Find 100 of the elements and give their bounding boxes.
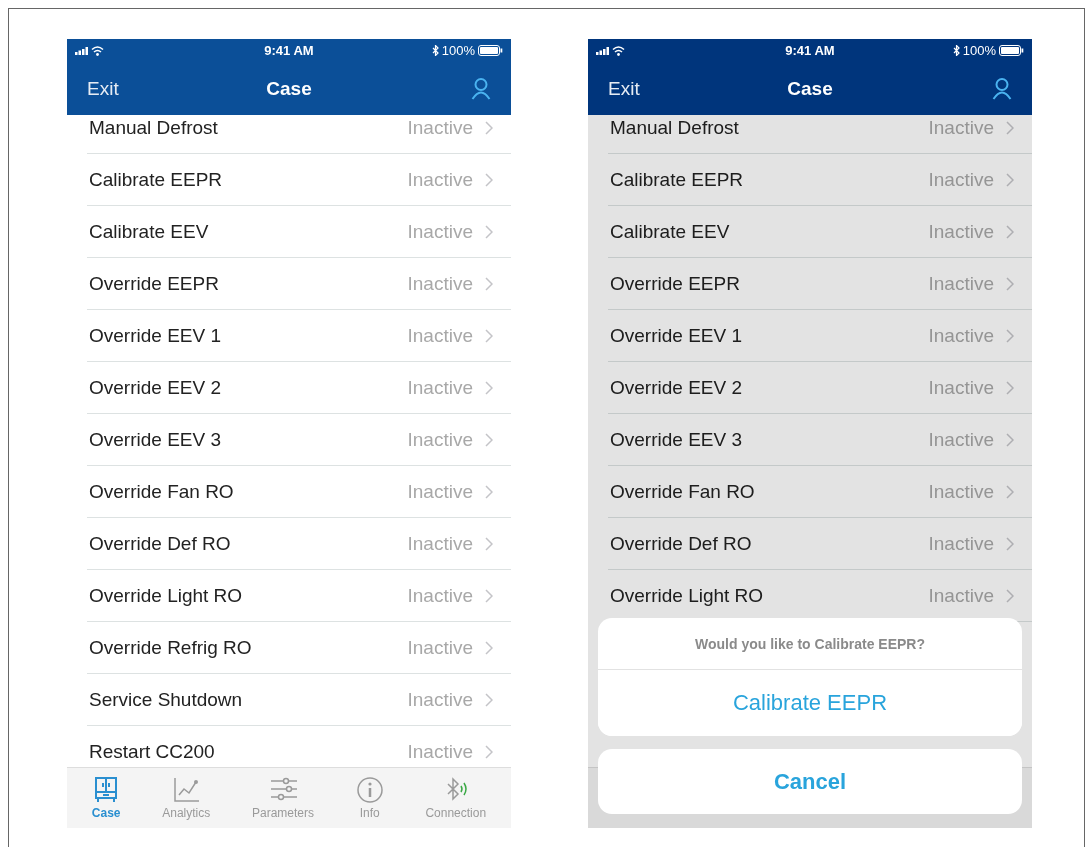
chevron-icon	[1006, 536, 1014, 551]
row-label: Override Fan RO	[610, 480, 756, 503]
list-row[interactable]: Override EEV 2 Inactive	[87, 362, 511, 414]
row-label: Restart CC200	[89, 740, 216, 763]
row-status: Inactive	[928, 220, 994, 243]
list-row[interactable]: Service Shutdown Inactive	[87, 674, 511, 726]
chevron-icon	[485, 328, 493, 343]
row-label: Calibrate EEV	[89, 220, 210, 243]
list-row[interactable]: Override EEV 3 Inactive	[87, 414, 511, 466]
chevron-icon	[485, 692, 493, 707]
chevron-icon	[485, 276, 493, 291]
chevron-icon	[485, 224, 493, 239]
wifi-icon	[612, 45, 625, 56]
chevron-icon	[485, 588, 493, 603]
row-status: Inactive	[407, 740, 473, 763]
row-label: Override EEV 2	[610, 376, 743, 399]
list-row[interactable]: Override Def RO Inactive	[87, 518, 511, 570]
row-status: Inactive	[928, 116, 994, 139]
chevron-icon	[1006, 224, 1014, 239]
row-label: Override Fan RO	[89, 480, 235, 503]
row-label: Calibrate EEPR	[89, 168, 224, 191]
list-row[interactable]: Override Refrig RO Inactive	[87, 622, 511, 674]
row-label: Override EEPR	[610, 272, 741, 295]
list-row[interactable]: Override Light RO Inactive	[87, 570, 511, 622]
battery-percent: 100%	[962, 43, 996, 58]
chevron-icon	[1006, 484, 1014, 499]
row-status: Inactive	[407, 584, 473, 607]
list-row[interactable]: Calibrate EEV Inactive	[87, 206, 511, 258]
row-label: Override Def RO	[610, 532, 753, 555]
chart-icon	[172, 776, 201, 804]
chevron-icon	[485, 432, 493, 447]
list-row[interactable]: Override EEV 1 Inactive	[87, 310, 511, 362]
status-time: 9:41 AM	[264, 43, 314, 58]
chevron-icon	[1006, 120, 1014, 135]
row-status: Inactive	[928, 272, 994, 295]
list-row[interactable]: Calibrate EEV Inactive	[608, 206, 1032, 258]
chevron-icon	[485, 744, 493, 759]
screen-title: Case	[266, 77, 312, 100]
row-status: Inactive	[407, 116, 473, 139]
chevron-icon	[1006, 172, 1014, 187]
list-row[interactable]: Override EEPR Inactive	[608, 258, 1032, 310]
row-label: Override EEPR	[89, 272, 220, 295]
row-status: Inactive	[407, 220, 473, 243]
row-status: Inactive	[407, 688, 473, 711]
row-status: Inactive	[407, 272, 473, 295]
bluetooth-icon	[431, 45, 439, 56]
battery-percent: 100%	[441, 43, 475, 58]
exit-button[interactable]: Exit	[87, 77, 147, 100]
list-row[interactable]: Manual Defrost Inactive	[608, 115, 1032, 154]
list-row[interactable]: Override EEPR Inactive	[87, 258, 511, 310]
chevron-icon	[485, 380, 493, 395]
list-row[interactable]: Manual Defrost Inactive	[87, 115, 511, 154]
row-status: Inactive	[928, 168, 994, 191]
row-status: Inactive	[928, 376, 994, 399]
list-row[interactable]: Override Fan RO Inactive	[608, 466, 1032, 518]
row-label: Override EEV 1	[89, 324, 222, 347]
chevron-icon	[485, 484, 493, 499]
row-label: Service Shutdown	[89, 688, 244, 711]
list-row[interactable]: Override EEV 1 Inactive	[608, 310, 1032, 362]
row-label: Override Light RO	[89, 584, 244, 607]
chevron-icon	[1006, 432, 1014, 447]
person-icon	[471, 77, 491, 100]
battery-icon	[999, 45, 1024, 56]
chevron-icon	[1006, 328, 1014, 343]
person-icon	[992, 77, 1012, 100]
chevron-icon	[485, 120, 493, 135]
row-status: Inactive	[407, 168, 473, 191]
row-status: Inactive	[407, 636, 473, 659]
row-label: Override EEV 3	[89, 428, 222, 451]
wifi-icon	[91, 45, 104, 56]
chevron-icon	[485, 536, 493, 551]
row-label: Override EEV 1	[610, 324, 743, 347]
row-status: Inactive	[928, 428, 994, 451]
list-row[interactable]: Override EEV 3 Inactive	[608, 414, 1032, 466]
chevron-icon	[1006, 588, 1014, 603]
row-status: Inactive	[928, 324, 994, 347]
chevron-icon	[485, 172, 493, 187]
row-label: Override EEV 2	[89, 376, 222, 399]
info-icon	[355, 776, 384, 804]
list-row[interactable]: Override EEV 2 Inactive	[608, 362, 1032, 414]
row-label: Manual Defrost	[89, 116, 219, 139]
chevron-icon	[1006, 380, 1014, 395]
list-row[interactable]: Calibrate EEPR Inactive	[608, 154, 1032, 206]
row-status: Inactive	[407, 428, 473, 451]
row-label: Calibrate EEV	[610, 220, 731, 243]
row-status: Inactive	[928, 532, 994, 555]
row-label: Manual Defrost	[610, 116, 740, 139]
list-row[interactable]: Override Def RO Inactive	[608, 518, 1032, 570]
list-row[interactable]: Calibrate EEPR Inactive	[87, 154, 511, 206]
row-label: Override EEV 3	[610, 428, 743, 451]
bluetooth-icon	[952, 45, 960, 56]
row-status: Inactive	[407, 376, 473, 399]
battery-icon	[478, 45, 503, 56]
row-status: Inactive	[407, 324, 473, 347]
row-label: Override Refrig RO	[89, 636, 253, 659]
row-status: Inactive	[407, 532, 473, 555]
chevron-icon	[485, 640, 493, 655]
exit-button[interactable]: Exit	[608, 77, 668, 100]
list-row[interactable]: Override Fan RO Inactive	[87, 466, 511, 518]
row-label: Calibrate EEPR	[610, 168, 745, 191]
